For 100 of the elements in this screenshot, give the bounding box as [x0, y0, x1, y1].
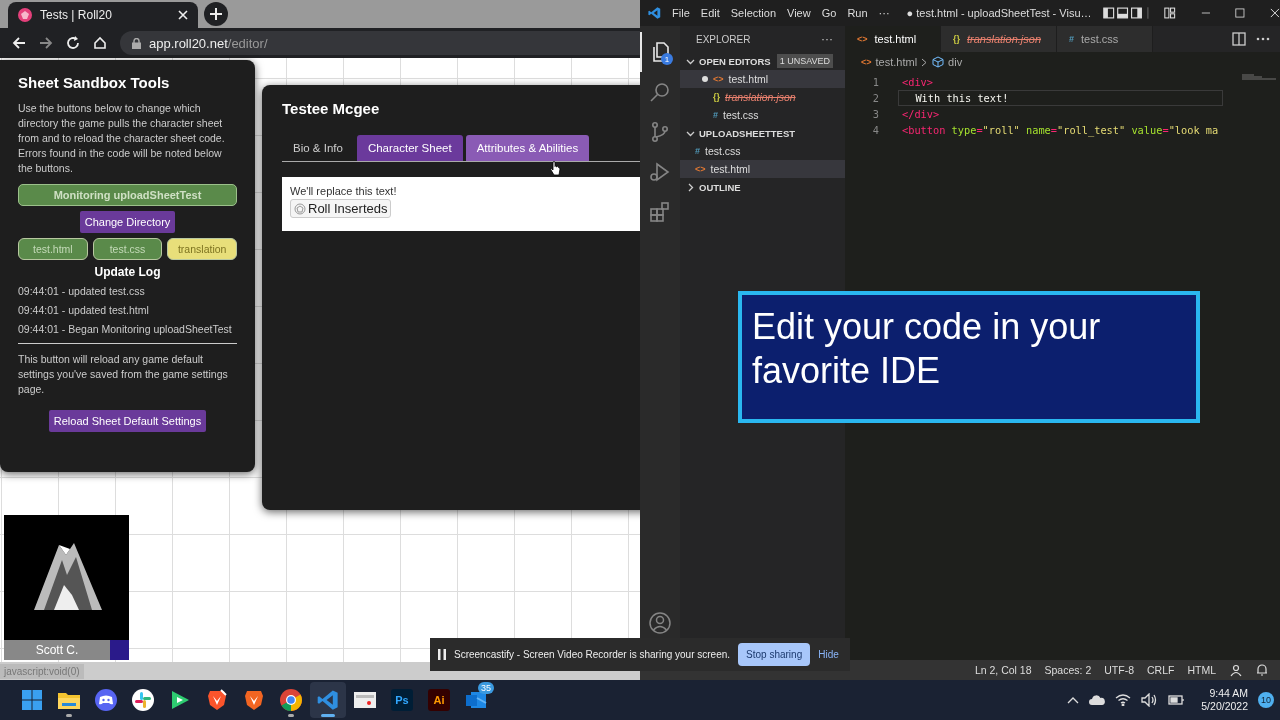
browser-tab[interactable]: Tests | Roll20 [8, 2, 198, 28]
menu-item[interactable]: Run [847, 7, 868, 19]
back-icon[interactable] [12, 36, 26, 50]
wifi-icon[interactable] [1115, 694, 1132, 706]
dice-icon [18, 8, 32, 22]
chevron-up-icon[interactable] [1067, 696, 1080, 704]
menu-item[interactable]: ··· [878, 7, 890, 19]
reload-settings-button[interactable]: Reload Sheet Default Settings [48, 410, 207, 432]
split-editor-icon[interactable] [1232, 32, 1246, 46]
editor-tab[interactable]: {} translation.json [941, 26, 1057, 52]
forward-icon[interactable] [39, 36, 53, 50]
file-type-icon: <> [861, 57, 872, 67]
sheet-tab[interactable]: Attributes & Abilities [465, 135, 590, 161]
more-icon[interactable] [1256, 37, 1270, 41]
window-title: ● test.html - uploadSheetTest - Visu… [906, 7, 1092, 19]
account-icon[interactable] [649, 612, 671, 634]
log-entry: 09:44:01 - Began Monitoring uploadSheetTest [18, 323, 233, 336]
game-controller-icon [95, 689, 117, 711]
section-header[interactable]: OPEN EDITORS 1 UNSAVED [680, 52, 845, 70]
reload-note: This button will reload any game default settings you've saved from the game settings page. [18, 352, 229, 397]
notification-badge[interactable]: 10 [1258, 692, 1274, 708]
menu-item[interactable]: Go [821, 7, 837, 19]
caption-text: Edit your code in your favorite IDE [752, 306, 1101, 391]
app-tile-icon: Ai [428, 689, 450, 711]
status-item[interactable]: Spaces: 2 [1044, 664, 1092, 676]
explorer-entry[interactable]: <> test.html [680, 160, 845, 178]
pause-icon[interactable] [438, 649, 446, 660]
vscode-logo-icon [648, 5, 662, 21]
file-button[interactable]: translation [167, 238, 237, 260]
file-type-icon: {} [953, 34, 960, 44]
menu-item[interactable]: File [672, 7, 690, 19]
explorer-entry[interactable]: <> test.html [680, 70, 845, 88]
bell-icon[interactable] [1256, 663, 1268, 677]
stop-sharing-button[interactable]: Stop sharing [738, 643, 811, 666]
address-bar[interactable]: app.roll20.net/editor/ [120, 31, 640, 55]
count-badge: 35 [478, 682, 494, 694]
dice-icon [294, 202, 306, 215]
sheet-tab[interactable]: Bio & Info [282, 135, 354, 161]
code-editor-icon [317, 689, 339, 711]
cloud-icon[interactable] [1089, 695, 1106, 705]
status-item[interactable]: Ln 2, Col 18 [974, 664, 1032, 676]
code-line: <button type="roll" name="roll_test" value="look ma [901, 123, 1219, 138]
log-title: Update Log [93, 265, 162, 279]
taskbar-app[interactable]: Ai [421, 682, 457, 718]
search-icon [648, 80, 672, 104]
status-item[interactable]: UTF-8 [1104, 664, 1134, 676]
editor-tab[interactable]: # test.css [1057, 26, 1153, 52]
section-header[interactable]: UPLOADSHEETTEST [680, 124, 845, 142]
clock[interactable]: 9:44 AM 5/20/2022 [1201, 687, 1248, 713]
status-item[interactable]: CRLF [1147, 664, 1175, 676]
battery-icon[interactable] [1167, 694, 1186, 706]
change-directory-button[interactable]: Change Directory [79, 211, 176, 233]
extensions-icon [648, 200, 672, 224]
explorer-title: EXPLORER [696, 33, 751, 45]
unsaved-badge: 1 UNSAVED [776, 54, 833, 68]
line-number: 4 [871, 124, 879, 136]
explorer-entry[interactable]: # test.css [680, 142, 845, 160]
mail-icon [465, 690, 487, 710]
breadcrumb[interactable]: test.html [875, 56, 918, 68]
roll-button[interactable]: Roll Inserteds [290, 199, 392, 218]
sheet-tab[interactable]: Character Sheet [356, 135, 463, 161]
breadcrumb[interactable]: div [948, 56, 963, 68]
menu-item[interactable]: Edit [700, 7, 720, 19]
file-type-icon: # [713, 110, 718, 120]
home-icon[interactable] [93, 36, 107, 50]
code-line: <div> [901, 75, 933, 90]
line-number: 2 [871, 92, 879, 104]
character-name: Testee Mcgee [282, 100, 381, 117]
close-icon[interactable] [1270, 7, 1280, 19]
run-debug-icon [648, 160, 672, 184]
new-tab-button[interactable] [204, 2, 228, 26]
section-header[interactable]: OUTLINE [680, 178, 845, 196]
content-text: We'll replace this text! [290, 185, 398, 197]
hide-button[interactable]: Hide [818, 649, 839, 660]
explorer-entry[interactable]: {} translation.json [680, 88, 845, 106]
log-entry: 09:44:01 - updated test.css [18, 285, 146, 298]
feedback-icon[interactable] [1229, 663, 1243, 677]
taskbar-app[interactable]: Ps [384, 682, 420, 718]
lock-icon [132, 37, 141, 49]
code-line: </div> [901, 107, 940, 122]
more-actions-button[interactable]: ··· [821, 32, 833, 46]
file-type-icon: <> [695, 164, 706, 174]
speaker-icon[interactable] [1141, 693, 1158, 707]
status-item[interactable]: HTML [1187, 664, 1216, 676]
explorer-entry[interactable]: # test.css [680, 106, 845, 124]
time: 9:44 AM [1209, 687, 1248, 700]
customize-layout-icon[interactable] [1164, 6, 1176, 20]
reload-icon[interactable] [66, 36, 80, 50]
app-tile-icon: Ps [391, 689, 413, 711]
instructions-text: Use the buttons below to change which directory the game pulls the character sheet from and to reload the character sheet code. Errors found in the code will be noted below the buttons. [18, 101, 226, 176]
file-type-icon: <> [857, 34, 868, 44]
maximize-icon[interactable] [1235, 7, 1246, 19]
participant-name: Scott C. [34, 643, 80, 657]
file-type-icon: # [1069, 34, 1074, 44]
editor-tab[interactable]: <> test.html [845, 26, 941, 52]
sharing-message: Screencastify - Screen Video Recorder is sharing your screen. [454, 649, 731, 660]
close-icon[interactable] [178, 10, 188, 20]
shield-icon [244, 689, 264, 711]
menu-item[interactable]: Selection [730, 7, 777, 19]
menu-item[interactable]: View [787, 7, 811, 19]
